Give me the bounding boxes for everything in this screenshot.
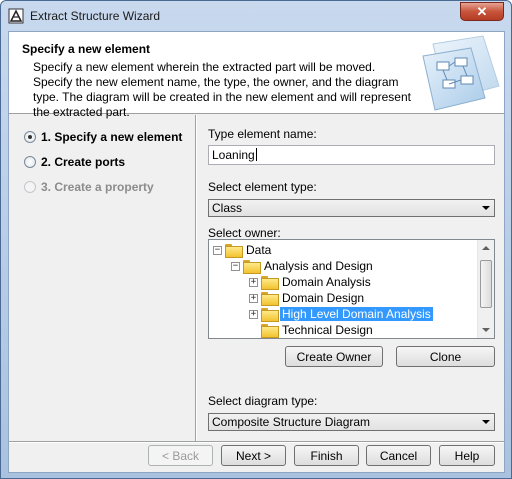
radio-icon — [24, 156, 36, 168]
tree-item-domain-analysis[interactable]: + Domain Analysis — [249, 274, 373, 290]
radio-icon — [24, 131, 36, 143]
header-description: Specify a new element wherein the extrac… — [33, 60, 411, 119]
window-title: Extract Structure Wizard — [30, 9, 161, 23]
scroll-down-icon[interactable] — [482, 328, 490, 332]
step-label: 1. Specify a new element — [41, 130, 183, 144]
scroll-thumb[interactable] — [480, 260, 492, 308]
footer-divider — [9, 441, 504, 443]
diagram-type-value: Composite Structure Diagram — [212, 415, 371, 429]
tree-item-high-level-domain-analysis[interactable]: + High Level Domain Analysis — [249, 306, 433, 322]
title-bar: Extract Structure Wizard ✕ — [1, 1, 511, 31]
tree-item-data[interactable]: − Data — [213, 242, 273, 258]
expand-icon[interactable]: + — [249, 309, 258, 319]
package-folder-icon — [243, 260, 261, 274]
owner-tree[interactable]: − Data − Analysis and Design + Domain An… — [208, 239, 495, 339]
owner-label: Select owner: — [208, 226, 281, 240]
element-name-value: Loaning — [212, 148, 255, 162]
tree-item-label: High Level Domain Analysis — [280, 307, 433, 321]
clone-button[interactable]: Clone — [396, 346, 495, 367]
tree-item-label: Domain Analysis — [282, 275, 371, 289]
expand-icon[interactable]: + — [249, 277, 258, 287]
next-button[interactable]: Next > — [221, 445, 286, 466]
diagram-type-select[interactable]: Composite Structure Diagram — [208, 413, 495, 431]
tree-item-label: Domain Design — [282, 291, 365, 305]
wizard-diagram-icon — [422, 35, 500, 111]
pane-divider — [195, 115, 197, 442]
step-create-property: 3. Create a property — [24, 180, 154, 194]
package-folder-icon — [225, 244, 243, 258]
close-icon: ✕ — [476, 3, 488, 19]
chevron-down-icon — [482, 420, 490, 424]
close-button[interactable]: ✕ — [460, 2, 504, 21]
tree-item-analysis-design[interactable]: − Analysis and Design — [231, 258, 375, 274]
text-caret — [255, 148, 257, 161]
element-name-label: Type element name: — [208, 127, 317, 141]
finish-button[interactable]: Finish — [294, 445, 359, 466]
step-create-ports[interactable]: 2. Create ports — [24, 155, 125, 169]
tree-item-domain-design[interactable]: + Domain Design — [249, 290, 366, 306]
steps-pane: 1. Specify a new element 2. Create ports… — [9, 115, 195, 442]
element-type-label: Select element type: — [208, 180, 317, 194]
radio-icon — [24, 181, 36, 193]
tree-item-label: Data — [246, 243, 272, 257]
package-folder-icon — [261, 308, 279, 322]
element-type-select[interactable]: Class — [208, 199, 495, 217]
collapse-icon[interactable]: − — [213, 245, 222, 255]
package-folder-icon — [261, 324, 279, 338]
package-folder-icon — [261, 276, 279, 290]
package-folder-icon — [261, 292, 279, 306]
create-owner-button[interactable]: Create Owner — [285, 346, 383, 367]
header-title: Specify a new element — [22, 42, 151, 56]
back-button: < Back — [148, 445, 213, 466]
tree-item-technical-design[interactable]: Technical Design — [261, 322, 375, 338]
wizard-window: Extract Structure Wizard ✕ Specify a new… — [0, 0, 512, 479]
wizard-header: Specify a new element Specify a new elem… — [9, 32, 504, 119]
step-label: 3. Create a property — [41, 180, 154, 194]
scroll-up-icon[interactable] — [482, 246, 490, 250]
step-label: 2. Create ports — [41, 155, 126, 169]
tree-item-label: Technical Design — [282, 323, 373, 337]
tree-item-label: Analysis and Design — [264, 259, 373, 273]
dialog-body: Specify a new element Specify a new elem… — [8, 31, 505, 473]
chevron-down-icon — [482, 206, 490, 210]
help-button[interactable]: Help — [439, 445, 495, 466]
element-type-value: Class — [212, 201, 243, 215]
collapse-icon[interactable]: − — [231, 261, 240, 271]
step-specify-element[interactable]: 1. Specify a new element — [24, 130, 182, 144]
diagram-type-label: Select diagram type: — [208, 394, 318, 408]
element-name-field[interactable]: Loaning — [208, 145, 495, 165]
expand-icon[interactable]: + — [249, 293, 258, 303]
cancel-button[interactable]: Cancel — [366, 445, 431, 466]
tree-scrollbar[interactable] — [477, 240, 494, 338]
app-icon — [8, 8, 24, 24]
